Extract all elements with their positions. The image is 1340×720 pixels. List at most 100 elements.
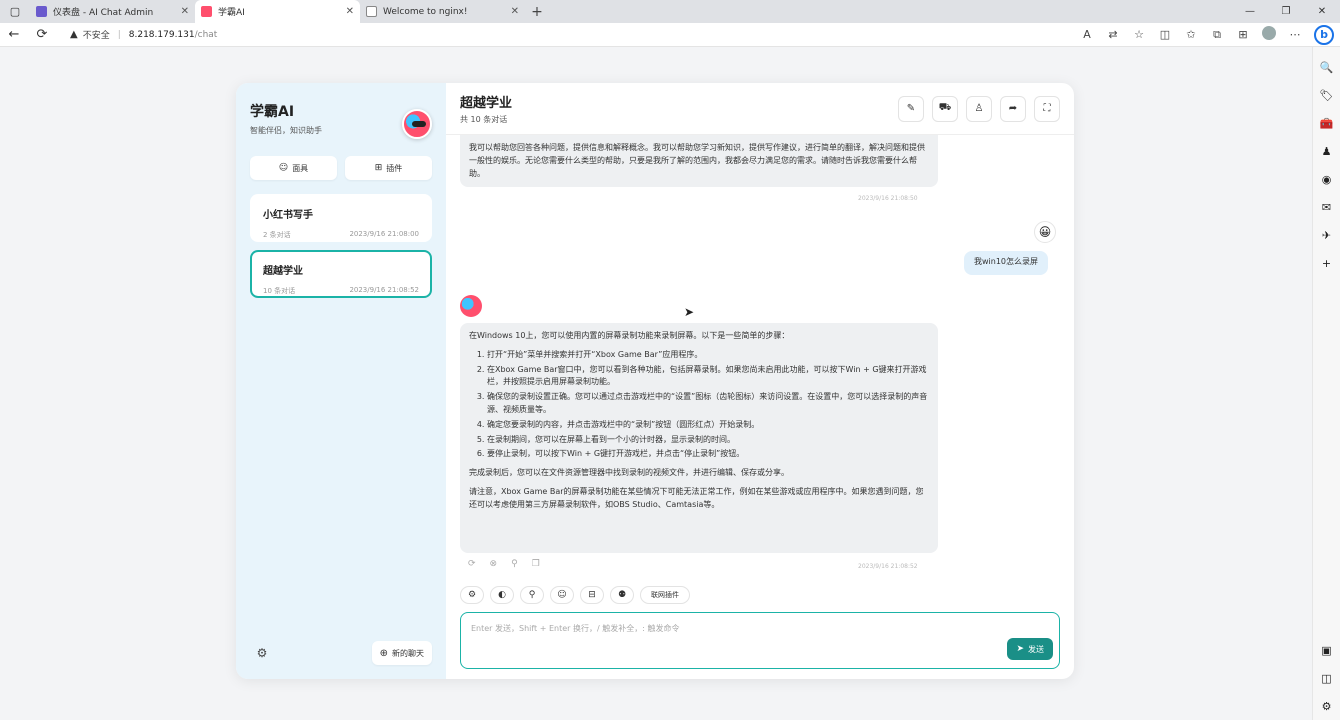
browser-actions: A ⇄ ☆ ◫ ✩ ⧉ ⊞ ⋯ b (1074, 24, 1340, 45)
bot-message-intro: 在Windows 10上，您可以使用内置的屏幕录制功能来录制屏幕。以下是一些简单… (469, 331, 790, 340)
back-icon[interactable]: ← (0, 27, 28, 42)
browser-tab-admin[interactable]: 仪表盘 - AI Chat Admin ✕ (30, 0, 195, 23)
web-plugin-button[interactable]: 联网插件 (640, 586, 690, 604)
delete-icon[interactable]: ⊗ (490, 559, 498, 569)
url-path: /chat (194, 29, 218, 40)
tab-title: 仪表盘 - AI Chat Admin (53, 8, 154, 18)
list-item: 打开“开始”菜单并搜索并打开“Xbox Game Bar”应用程序。 (487, 349, 929, 362)
header-actions: ✎ ⛟ ♙ ➦ ⛶ (898, 95, 1060, 122)
pin-icon[interactable]: ⚲ (511, 559, 518, 569)
office-icon[interactable]: ◉ (1322, 165, 1332, 193)
list-item: 要停止录制，可以按下Win + G键打开游戏栏，并点击“停止录制”按钮。 (487, 448, 929, 461)
list-item: 确定您要录制的内容，并点击游戏栏中的“录制”按钮（圆形红点）开始录制。 (487, 419, 929, 432)
close-icon[interactable]: ✕ (181, 6, 189, 17)
message-timestamp: 2023/9/16 21:08:52 (858, 563, 918, 570)
bot-message: 在Windows 10上，您可以使用内置的屏幕录制功能来录制屏幕。以下是一些简单… (460, 323, 938, 553)
extensions-icon[interactable]: ⊞ (1230, 28, 1256, 41)
fullscreen-icon[interactable]: ⛶ (1034, 95, 1060, 122)
outlook-icon[interactable]: ✉ (1322, 193, 1331, 221)
more-menu-icon[interactable]: ⋯ (1282, 28, 1308, 41)
screenshot-icon[interactable]: ▣ (1321, 636, 1331, 664)
prompt-search-icon[interactable]: ⚲ (520, 586, 544, 604)
page-icon (366, 6, 377, 17)
new-chat-label: 新的聊天 (392, 648, 424, 658)
steps-list: 打开“开始”菜单并搜索并打开“Xbox Game Bar”应用程序。 在Xbox… (469, 349, 929, 461)
close-icon[interactable]: ✕ (511, 6, 519, 17)
mask-icon[interactable]: ☺ (550, 586, 574, 604)
list-item: 在Xbox Game Bar窗口中，您可以看到各种功能，包括屏幕录制。如果您尚未… (487, 364, 929, 390)
new-chat-button[interactable]: ⊕ 新的聊天 (371, 641, 432, 665)
reload-icon[interactable]: ⟳ (28, 27, 56, 42)
robot-icon[interactable]: ⚉ (610, 586, 634, 604)
user-avatar: 😀 (1034, 221, 1056, 243)
translate-icon[interactable]: ⇄ (1100, 28, 1126, 41)
session-item[interactable]: 小红书写手 2 条对话 2023/9/16 21:08:00 (250, 194, 432, 242)
tab-actions-icon[interactable]: ▢ (0, 0, 30, 23)
send-button[interactable]: ➤ 发送 (1007, 638, 1053, 660)
user-message-text: 我win10怎么录屏 (974, 257, 1039, 266)
session-count: 10 条对话 (263, 287, 296, 295)
theme-icon[interactable]: ◐ (490, 586, 514, 604)
plugin-button-label: 插件 (386, 163, 403, 173)
copy-icon[interactable]: ❐ (532, 559, 540, 569)
bing-icon[interactable]: b (1314, 24, 1334, 45)
favorites-icon[interactable]: ✩ (1178, 28, 1204, 41)
message-composer: ➤ 发送 (460, 612, 1060, 669)
bot-message-text: 我可以帮助您回答各种问题，提供信息和解释概念。我可以帮助您学习新知识，提供写作建… (469, 143, 925, 178)
tab-favicon-icon (36, 6, 47, 17)
chat-subtitle: 共 10 条对话 (460, 115, 508, 124)
add-icon[interactable]: + (1322, 249, 1331, 277)
close-window-icon[interactable]: ✕ (1304, 0, 1340, 23)
sidebar: 学霸AI 智能伴侣，知识助手 ☺ 面具 ⊞ 插件 小红书写手 2 条对话 202… (236, 83, 446, 679)
minimize-icon[interactable]: — (1232, 0, 1268, 23)
list-item: 在录制期间，您可以在屏幕上看到一个小的计时器，显示录制的时间。 (487, 434, 929, 447)
games-icon[interactable]: ♟ (1322, 137, 1332, 165)
user-message: 我win10怎么录屏 (964, 251, 1049, 275)
session-title: 小红书写手 (263, 210, 313, 221)
tools-icon[interactable]: 🧰 (1320, 109, 1334, 137)
plugin-button[interactable]: ⊞ 插件 (345, 156, 432, 180)
gear-icon[interactable]: ⚙ (1322, 692, 1332, 720)
browser-tab-chat[interactable]: 学霸AI ✕ (195, 0, 360, 23)
sidebar-toggle-icon[interactable]: ◫ (1321, 664, 1331, 692)
grid-icon: ⊞ (374, 163, 383, 173)
edit-pencil-icon[interactable]: ✎ (898, 95, 924, 122)
message-list: 我可以帮助您回答各种问题，提供信息和解释概念。我可以帮助您学习新知识，提供写作建… (446, 135, 1074, 575)
bot-message-paragraph: 请注意，Xbox Game Bar的屏幕录制功能在某些情况下可能无法正常工作，例… (469, 486, 924, 509)
message-input[interactable] (461, 613, 1059, 668)
url-host: 8.218.179.131 (128, 29, 195, 40)
cart-icon[interactable]: ⛟ (932, 95, 958, 122)
list-item: 确保您的录制设置正确。您可以通过点击游戏栏中的“设置”图标（齿轮图标）来访问设置… (487, 391, 929, 417)
session-count: 2 条对话 (263, 231, 291, 239)
settings-icon[interactable]: ⚙ (460, 586, 484, 604)
clear-context-icon[interactable]: ⊟ (580, 586, 604, 604)
session-time: 2023/9/16 21:08:52 (349, 286, 419, 294)
sidebar-footer: ⚙ ⊕ 新的聊天 (250, 641, 432, 665)
session-list: 小红书写手 2 条对话 2023/9/16 21:08:00 超越学业 10 条… (250, 194, 432, 298)
favorite-star-icon[interactable]: ☆ (1126, 28, 1152, 41)
mask-button[interactable]: ☺ 面具 (250, 156, 337, 180)
split-screen-icon[interactable]: ◫ (1152, 28, 1178, 41)
user-icon[interactable]: ♙ (966, 95, 992, 122)
share-icon[interactable]: ➦ (1000, 95, 1026, 122)
url-field[interactable]: ▲ 不安全 | 8.218.179.131 /chat (70, 28, 217, 41)
read-aloud-icon[interactable]: A (1074, 28, 1100, 41)
brand-logo (402, 109, 432, 139)
settings-gear-icon[interactable]: ⚙ (250, 641, 274, 665)
drop-icon[interactable]: ✈ (1322, 221, 1331, 249)
send-icon: ➤ (1016, 644, 1024, 654)
profile-avatar[interactable] (1256, 26, 1282, 43)
warning-icon: ▲ (70, 29, 78, 40)
chat-title: 超越学业 (460, 96, 513, 111)
retry-icon[interactable]: ⟳ (468, 559, 476, 569)
collections-icon[interactable]: ⧉ (1204, 28, 1230, 42)
browser-tab-nginx[interactable]: Welcome to nginx! ✕ (360, 0, 525, 23)
bot-avatar (460, 295, 482, 317)
close-icon[interactable]: ✕ (346, 6, 354, 17)
search-icon[interactable]: 🔍 (1320, 53, 1334, 81)
session-item-active[interactable]: 超越学业 10 条对话 2023/9/16 21:08:52 (250, 250, 432, 298)
new-tab-button[interactable]: + (525, 0, 549, 23)
maximize-icon[interactable]: ❐ (1268, 0, 1304, 23)
session-title: 超越学业 (263, 266, 303, 277)
shopping-icon[interactable]: 🏷 (1320, 81, 1334, 109)
